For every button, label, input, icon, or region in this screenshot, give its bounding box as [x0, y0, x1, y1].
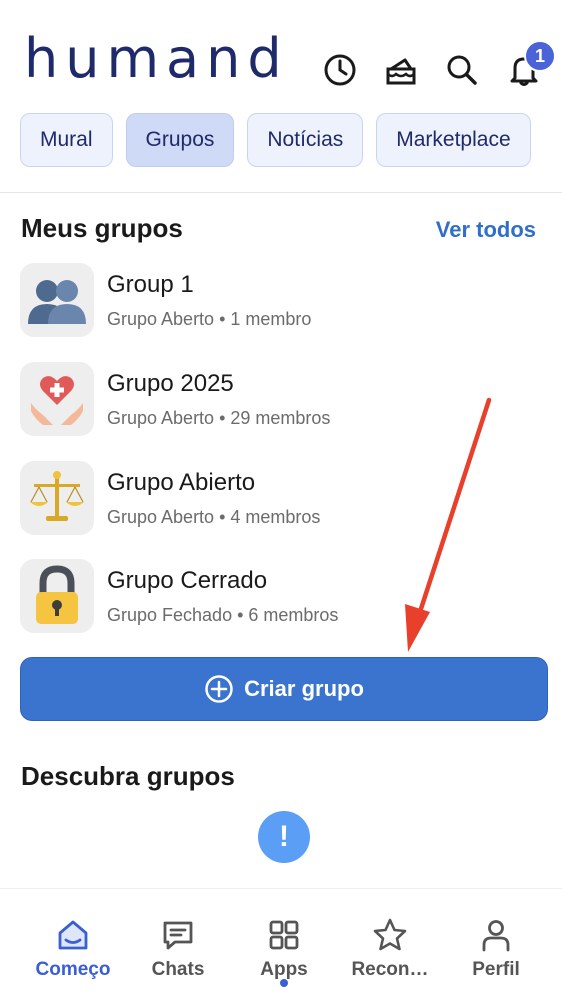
- group-list-item[interactable]: Group 1 Grupo Aberto • 1 membro: [20, 263, 540, 339]
- group-meta: Grupo Fechado • 6 membros: [107, 605, 339, 625]
- padlock-icon: [20, 559, 94, 633]
- plus-circle-icon: [204, 674, 234, 704]
- discover-groups-title: Descubra grupos: [21, 761, 235, 791]
- tab-mural[interactable]: Mural: [20, 113, 113, 167]
- exclamation-icon: !: [258, 811, 310, 863]
- home-icon: [55, 917, 91, 953]
- tab-noticias[interactable]: Notícias: [247, 113, 364, 167]
- star-icon: [372, 917, 408, 953]
- chat-icon: [160, 917, 196, 953]
- nav-home[interactable]: Começo: [17, 889, 129, 1000]
- scales-icon: [20, 461, 94, 535]
- tab-marketplace[interactable]: Marketplace: [376, 113, 531, 167]
- profile-icon: [478, 917, 514, 953]
- group-name: Group 1: [107, 271, 194, 298]
- tab-bar: Mural Grupos Notícias Marketplace: [20, 113, 562, 169]
- header-divider: [0, 192, 562, 193]
- nav-label: Recon…: [351, 959, 429, 980]
- search-icon[interactable]: [442, 50, 482, 90]
- apps-grid-icon: [266, 917, 302, 953]
- see-all-link[interactable]: Ver todos: [436, 217, 536, 243]
- create-group-button[interactable]: Criar grupo: [20, 657, 548, 721]
- nav-chats[interactable]: Chats: [122, 889, 234, 1000]
- apps-indicator-dot: [280, 979, 288, 987]
- humand-logo: humand: [24, 27, 289, 90]
- tab-grupos[interactable]: Grupos: [125, 113, 235, 167]
- nav-recognition[interactable]: Recon…: [334, 889, 446, 1000]
- app-header: humand 1: [0, 0, 562, 110]
- group-name: Grupo Abierto: [107, 469, 256, 496]
- group-meta: Grupo Aberto • 29 membros: [107, 408, 331, 428]
- nav-label: Chats: [151, 959, 205, 980]
- group-meta: Grupo Aberto • 4 membros: [107, 507, 321, 527]
- group-list-item[interactable]: Grupo Abierto Grupo Aberto • 4 membros: [20, 461, 540, 537]
- history-icon[interactable]: [320, 50, 360, 90]
- notification-badge: 1: [524, 40, 556, 72]
- heart-hands-icon: [20, 362, 94, 436]
- nav-profile[interactable]: Perfil: [440, 889, 552, 1000]
- group-meta: Grupo Aberto • 1 membro: [107, 309, 312, 329]
- group-list-item[interactable]: Grupo Cerrado Grupo Fechado • 6 membros: [20, 559, 540, 635]
- group-name: Grupo 2025: [107, 370, 234, 397]
- nav-label: Começo: [35, 959, 111, 980]
- group-list-item[interactable]: Grupo 2025 Grupo Aberto • 29 membros: [20, 362, 540, 438]
- create-group-label: Criar grupo: [244, 676, 364, 701]
- people-icon: [20, 263, 94, 337]
- birthday-cake-icon[interactable]: [381, 50, 421, 90]
- nav-label: Apps: [260, 959, 308, 980]
- group-name: Grupo Cerrado: [107, 567, 268, 594]
- nav-label: Perfil: [472, 959, 520, 980]
- my-groups-title: Meus grupos: [21, 213, 183, 243]
